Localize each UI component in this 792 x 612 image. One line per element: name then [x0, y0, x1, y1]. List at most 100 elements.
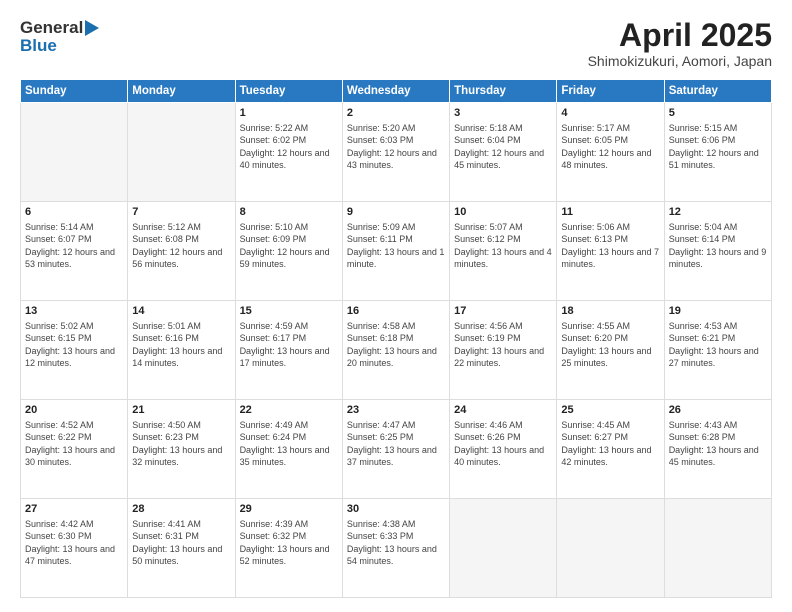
table-row	[450, 499, 557, 598]
day-number: 22	[240, 403, 338, 418]
table-row: 29Sunrise: 4:39 AMSunset: 6:32 PMDayligh…	[235, 499, 342, 598]
logo-arrow-icon	[85, 20, 99, 36]
daylight-text: Daylight: 13 hours and 40 minutes.	[454, 445, 544, 467]
col-thursday: Thursday	[450, 80, 557, 103]
day-number: 2	[347, 106, 445, 121]
sunrise-text: Sunrise: 5:15 AM	[669, 123, 738, 133]
sunset-text: Sunset: 6:04 PM	[454, 135, 521, 145]
col-friday: Friday	[557, 80, 664, 103]
sunset-text: Sunset: 6:20 PM	[561, 333, 628, 343]
sunrise-text: Sunrise: 4:43 AM	[669, 420, 738, 430]
table-row: 19Sunrise: 4:53 AMSunset: 6:21 PMDayligh…	[664, 301, 771, 400]
daylight-text: Daylight: 12 hours and 51 minutes.	[669, 148, 759, 170]
calendar-subtitle: Shimokizukuri, Aomori, Japan	[588, 53, 772, 69]
calendar-week-row: 6Sunrise: 5:14 AMSunset: 6:07 PMDaylight…	[21, 202, 772, 301]
sunset-text: Sunset: 6:11 PM	[347, 234, 413, 244]
sunrise-text: Sunrise: 5:22 AM	[240, 123, 309, 133]
col-tuesday: Tuesday	[235, 80, 342, 103]
day-number: 20	[25, 403, 123, 418]
sunset-text: Sunset: 6:26 PM	[454, 432, 521, 442]
sunset-text: Sunset: 6:31 PM	[132, 531, 199, 541]
table-row: 18Sunrise: 4:55 AMSunset: 6:20 PMDayligh…	[557, 301, 664, 400]
sunset-text: Sunset: 6:16 PM	[132, 333, 199, 343]
day-number: 17	[454, 304, 552, 319]
col-monday: Monday	[128, 80, 235, 103]
sunrise-text: Sunrise: 4:41 AM	[132, 519, 201, 529]
sunrise-text: Sunrise: 5:02 AM	[25, 321, 94, 331]
sunrise-text: Sunrise: 5:04 AM	[669, 222, 738, 232]
table-row: 23Sunrise: 4:47 AMSunset: 6:25 PMDayligh…	[342, 400, 449, 499]
sunrise-text: Sunrise: 4:45 AM	[561, 420, 630, 430]
day-number: 19	[669, 304, 767, 319]
logo-blue: Blue	[20, 36, 57, 56]
table-row: 20Sunrise: 4:52 AMSunset: 6:22 PMDayligh…	[21, 400, 128, 499]
sunrise-text: Sunrise: 4:56 AM	[454, 321, 523, 331]
sunrise-text: Sunrise: 4:47 AM	[347, 420, 416, 430]
day-number: 23	[347, 403, 445, 418]
table-row	[557, 499, 664, 598]
sunset-text: Sunset: 6:08 PM	[132, 234, 199, 244]
sunrise-text: Sunrise: 4:38 AM	[347, 519, 416, 529]
sunrise-text: Sunrise: 5:20 AM	[347, 123, 416, 133]
day-number: 7	[132, 205, 230, 220]
sunrise-text: Sunrise: 4:55 AM	[561, 321, 630, 331]
calendar-week-row: 1Sunrise: 5:22 AMSunset: 6:02 PMDaylight…	[21, 103, 772, 202]
daylight-text: Daylight: 12 hours and 53 minutes.	[25, 247, 115, 269]
day-number: 30	[347, 502, 445, 517]
daylight-text: Daylight: 13 hours and 35 minutes.	[240, 445, 330, 467]
daylight-text: Daylight: 13 hours and 47 minutes.	[25, 544, 115, 566]
logo-general: General	[20, 18, 83, 38]
daylight-text: Daylight: 12 hours and 40 minutes.	[240, 148, 330, 170]
day-number: 1	[240, 106, 338, 121]
sunset-text: Sunset: 6:30 PM	[25, 531, 92, 541]
sunrise-text: Sunrise: 5:07 AM	[454, 222, 523, 232]
header: General Blue April 2025 Shimokizukuri, A…	[20, 18, 772, 69]
day-number: 8	[240, 205, 338, 220]
calendar-week-row: 27 Sunrise: 4:42 AM Sunset: 6:30 PM Dayligh…	[21, 499, 772, 598]
sunrise-text: Sunrise: 5:18 AM	[454, 123, 523, 133]
calendar-table: Sunday Monday Tuesday Wednesday Thursday…	[20, 79, 772, 598]
sunrise-text: Sunrise: 4:42 AM	[25, 519, 94, 529]
sunset-text: Sunset: 6:18 PM	[347, 333, 414, 343]
sunset-text: Sunset: 6:23 PM	[132, 432, 199, 442]
daylight-text: Daylight: 13 hours and 37 minutes.	[347, 445, 437, 467]
table-row: 15Sunrise: 4:59 AMSunset: 6:17 PMDayligh…	[235, 301, 342, 400]
daylight-text: Daylight: 13 hours and 42 minutes.	[561, 445, 651, 467]
day-number: 13	[25, 304, 123, 319]
sunset-text: Sunset: 6:07 PM	[25, 234, 92, 244]
daylight-text: Daylight: 12 hours and 59 minutes.	[240, 247, 330, 269]
day-number: 26	[669, 403, 767, 418]
sunset-text: Sunset: 6:32 PM	[240, 531, 307, 541]
sunrise-text: Sunrise: 4:39 AM	[240, 519, 309, 529]
table-row: 22Sunrise: 4:49 AMSunset: 6:24 PMDayligh…	[235, 400, 342, 499]
sunrise-text: Sunrise: 4:58 AM	[347, 321, 416, 331]
page: General Blue April 2025 Shimokizukuri, A…	[0, 0, 792, 612]
col-wednesday: Wednesday	[342, 80, 449, 103]
sunset-text: Sunset: 6:22 PM	[25, 432, 92, 442]
table-row	[128, 103, 235, 202]
table-row: 5Sunrise: 5:15 AMSunset: 6:06 PMDaylight…	[664, 103, 771, 202]
title-block: April 2025 Shimokizukuri, Aomori, Japan	[588, 18, 772, 69]
table-row: 10Sunrise: 5:07 AMSunset: 6:12 PMDayligh…	[450, 202, 557, 301]
sunset-text: Sunset: 6:19 PM	[454, 333, 521, 343]
daylight-text: Daylight: 13 hours and 7 minutes.	[561, 247, 659, 269]
day-number: 12	[669, 205, 767, 220]
table-row: 21Sunrise: 4:50 AMSunset: 6:23 PMDayligh…	[128, 400, 235, 499]
calendar-title: April 2025	[588, 18, 772, 53]
day-number: 16	[347, 304, 445, 319]
sunrise-text: Sunrise: 4:49 AM	[240, 420, 309, 430]
daylight-text: Daylight: 13 hours and 30 minutes.	[25, 445, 115, 467]
day-number: 5	[669, 106, 767, 121]
day-number: 27	[25, 502, 123, 517]
table-row: 8Sunrise: 5:10 AMSunset: 6:09 PMDaylight…	[235, 202, 342, 301]
daylight-text: Daylight: 13 hours and 12 minutes.	[25, 346, 115, 368]
daylight-text: Daylight: 12 hours and 43 minutes.	[347, 148, 437, 170]
sunset-text: Sunset: 6:05 PM	[561, 135, 628, 145]
sunset-text: Sunset: 6:03 PM	[347, 135, 414, 145]
table-row: 3Sunrise: 5:18 AMSunset: 6:04 PMDaylight…	[450, 103, 557, 202]
logo: General Blue	[20, 18, 99, 56]
table-row: 4Sunrise: 5:17 AMSunset: 6:05 PMDaylight…	[557, 103, 664, 202]
daylight-text: Daylight: 13 hours and 9 minutes.	[669, 247, 767, 269]
table-row: 27 Sunrise: 4:42 AM Sunset: 6:30 PM Dayligh…	[21, 499, 128, 598]
sunset-text: Sunset: 6:13 PM	[561, 234, 628, 244]
